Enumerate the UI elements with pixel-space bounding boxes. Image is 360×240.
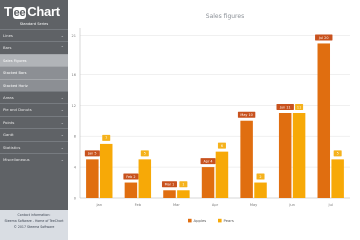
bar-pears (292, 113, 306, 198)
sidebar-item-label: Gantt (3, 132, 14, 138)
chart-area: Sales figures$ 1000s048121621JanJan 57Fe… (70, 0, 360, 240)
y-tick-label: 8 (74, 135, 76, 139)
sidebar-item-gantt[interactable]: Gantt ⌄ (0, 128, 68, 140)
contact-copyright: © 2017 Steema Software (13, 225, 55, 229)
data-label: 11 (297, 105, 301, 109)
sidebar-item-label: Areas (3, 94, 14, 100)
sidebar-item-label: Statistics (3, 144, 21, 150)
bar-pears (254, 182, 267, 198)
x-tick-label: May (250, 203, 258, 207)
legend-label: Apples (194, 218, 207, 223)
data-label: Feb 2 (126, 175, 135, 179)
data-label: 7 (105, 136, 107, 140)
chevron-down-icon: ⌃ (60, 45, 64, 51)
sales-chart: Sales figures$ 1000s048121621JanJan 57Fe… (72, 13, 350, 223)
y-tick-label: 4 (74, 166, 77, 170)
sidebar-subtitle: Standard Series (19, 22, 49, 26)
chevron-down-icon: ⌄ (60, 132, 64, 138)
sidebar: Tee Chart Standard Series Lines ⌄ Bars ⌃ Sa… (0, 0, 68, 240)
x-tick-label: Jun (288, 203, 295, 207)
chevron-down-icon: ⌄ (60, 94, 64, 100)
bar-apples (317, 43, 331, 198)
sidebar-item-pie-donuts[interactable]: Pie and Donuts ⌄ (0, 103, 68, 115)
sidebar-item-label: Pie and Donuts (3, 107, 32, 113)
x-tick-label: Feb (135, 203, 142, 207)
sidebar-item-lines[interactable]: Lines ⌄ (0, 29, 68, 41)
x-tick-label: Mar (173, 203, 180, 207)
bar-pears (177, 190, 190, 198)
bar-pears (215, 151, 229, 198)
data-label: 1 (182, 183, 184, 187)
bar-apples (124, 182, 138, 198)
x-tick-label: Jan (96, 203, 103, 207)
data-label: 6 (221, 144, 223, 148)
x-tick-label: Apr (212, 203, 219, 207)
legend-swatch (188, 218, 192, 223)
sidebar-subitem-sales-figures[interactable]: Sales Figures (0, 53, 68, 67)
sidebar-item-label: Miscellaneous (3, 156, 30, 162)
sidebar-menu: Lines ⌄ Bars ⌃ Sales Figures Stacked Bars … (0, 29, 68, 165)
bar-pears (331, 159, 344, 198)
data-label: Jun 11 (279, 105, 291, 109)
legend-swatch (218, 218, 222, 223)
data-label: Jul 20 (318, 36, 328, 40)
chevron-down-icon: ⌄ (60, 107, 64, 113)
chevron-down-icon: ⌄ (60, 33, 64, 38)
sidebar-item-statistics[interactable]: Statistics ⌄ (0, 140, 68, 153)
legend-label: Pears (224, 218, 234, 223)
y-tick-label: 21 (72, 34, 76, 38)
bar-pears (138, 159, 152, 198)
y-tick-label: 0 (74, 197, 76, 201)
sidebar-item-misc[interactable]: Miscellaneous ⌄ (0, 152, 68, 165)
bar-apples (163, 190, 176, 198)
bar-apples (240, 120, 253, 198)
sidebar-subitem-stacked-horiz[interactable]: Stacked Horiz (0, 78, 68, 91)
data-label: Mar 1 (165, 183, 175, 187)
y-tick-label: 12 (72, 104, 76, 108)
sidebar-item-points[interactable]: Points ⌄ (0, 115, 68, 128)
bar-apples (278, 113, 292, 198)
data-label: Apr 4 (203, 159, 212, 163)
sidebar-item-label: Lines (3, 33, 13, 38)
bar-apples (201, 167, 215, 198)
bar-pears (99, 143, 113, 198)
contact-line: Steema Software - Home of TeeChart (4, 219, 64, 223)
data-label: 5 (144, 152, 146, 156)
chevron-down-icon: ⌄ (60, 144, 64, 150)
x-tick-label: Jul (328, 203, 333, 207)
data-label: 5 (337, 152, 339, 156)
data-label: May 10 (240, 113, 252, 117)
sidebar-subitem-stacked-bars[interactable]: Stacked Bars (0, 66, 68, 79)
sidebar-item-label: Points (3, 119, 15, 125)
contact-panel: Contact information: Steema Software - H… (0, 210, 68, 240)
sidebar-item-areas[interactable]: Areas ⌄ (0, 90, 68, 103)
data-label: Jan 5 (87, 152, 96, 156)
sidebar-item-label: Bars (3, 45, 12, 51)
sidebar-item-bars[interactable]: Bars ⌃ (0, 41, 68, 53)
chart-title: Sales figures (206, 13, 244, 20)
y-tick-label: 16 (72, 73, 76, 77)
chevron-down-icon: ⌄ (60, 119, 64, 125)
chevron-down-icon: ⌄ (60, 156, 64, 162)
teechart-logo: Tee Chart (4, 4, 60, 19)
bar-apples (86, 159, 99, 198)
contact-title: Contact information: (17, 213, 51, 217)
data-label: 2 (259, 175, 261, 179)
